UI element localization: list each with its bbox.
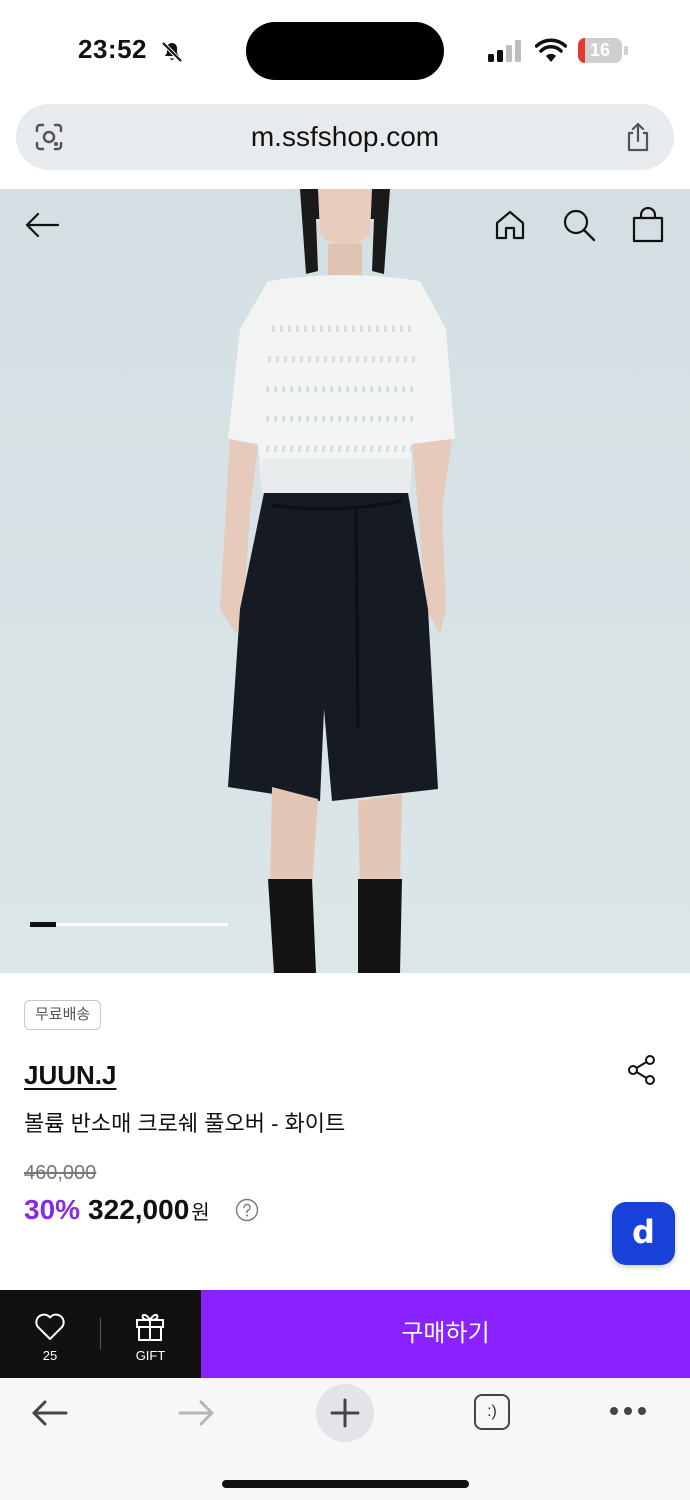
sale-price: 322,000 (88, 1194, 190, 1225)
product-photo (220, 189, 455, 973)
wishlist-button[interactable]: 25 (0, 1290, 100, 1378)
price-row: 30% 322,000 원 (24, 1194, 210, 1230)
product-title: 볼륨 반소매 크로쉐 풀오버 - 화이트 (24, 1111, 346, 1136)
battery-icon: 16 (578, 38, 628, 63)
buy-button[interactable]: 구매하기 (201, 1290, 690, 1378)
heart-icon (35, 1313, 65, 1340)
share-icon[interactable] (623, 121, 653, 153)
discount-rate: 30% (24, 1194, 81, 1225)
floating-d-button[interactable]: d (612, 1202, 675, 1265)
tabs-button[interactable]: :) (474, 1394, 510, 1430)
gift-button[interactable]: GIFT (100, 1290, 201, 1378)
free-shipping-badge: 무료배송 (24, 1000, 102, 1030)
gift-icon (136, 1313, 164, 1341)
browser-toolbar: :) (0, 1378, 690, 1500)
original-price: 460,000 (24, 1162, 97, 1184)
status-bar: 23:52 16 (0, 0, 690, 100)
new-tab-button[interactable] (316, 1384, 374, 1442)
bell-slash-icon (161, 41, 183, 63)
buy-bar-divider (100, 1318, 101, 1350)
brand-link[interactable]: JUUN.J (24, 1060, 116, 1091)
status-time: 23:52 (78, 34, 147, 64)
back-arrow-icon[interactable] (24, 211, 60, 239)
wifi-icon (535, 38, 567, 62)
purchase-bar: 25 GIFT 구매하기 (0, 1290, 690, 1378)
forward-icon[interactable] (178, 1398, 216, 1428)
gallery-progress (30, 922, 228, 927)
home-indicator (222, 1480, 469, 1488)
more-icon[interactable] (609, 1405, 647, 1417)
d-button-label: d (632, 1212, 655, 1251)
currency-unit: 원 (191, 1202, 210, 1224)
dynamic-island (246, 22, 444, 80)
search-icon[interactable] (562, 208, 596, 242)
question-circle-icon[interactable] (235, 1198, 259, 1222)
home-icon[interactable] (494, 209, 526, 241)
battery-percent: 16 (589, 40, 611, 60)
gallery-progress-active (30, 922, 56, 927)
address-bar[interactable]: m.ssfshop.com (16, 104, 674, 170)
url-text[interactable]: m.ssfshop.com (16, 104, 674, 170)
back-icon[interactable] (30, 1398, 68, 1428)
shopping-bag-icon[interactable] (631, 207, 665, 243)
product-image-gallery[interactable] (0, 189, 690, 973)
gift-label: GIFT (135, 1348, 166, 1363)
plus-icon (330, 1398, 360, 1428)
share-nodes-icon[interactable] (626, 1054, 658, 1086)
wishlist-count: 25 (42, 1348, 58, 1363)
signal-icon (488, 40, 521, 62)
